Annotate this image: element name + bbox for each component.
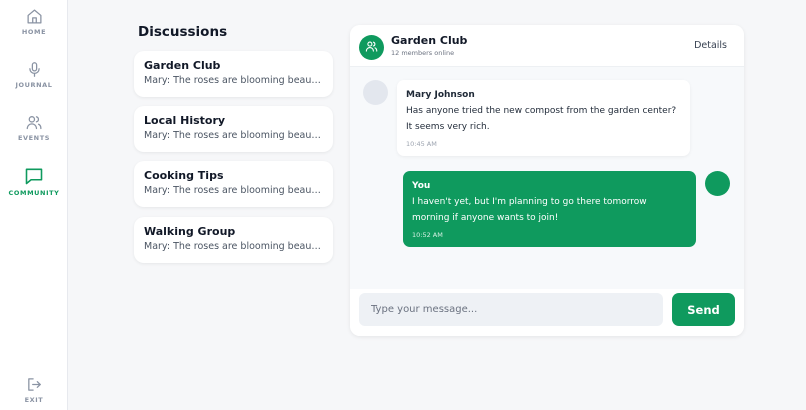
nav-label-exit: EXIT [24, 396, 44, 404]
chat-title: Garden Club [391, 34, 468, 47]
details-button[interactable]: Details [694, 40, 727, 51]
nav-label-journal: JOURNAL [15, 81, 53, 89]
discussion-preview: Mary: The roses are blooming beautifully… [144, 185, 323, 196]
send-button[interactable]: Send [672, 293, 735, 326]
chat-panel: Garden Club 12 members online Details Ma… [350, 25, 744, 336]
message-list: Mary Johnson Has anyone tried the new co… [350, 67, 744, 309]
discussion-name: Walking Group [144, 225, 236, 238]
chat-member-status: 12 members online [391, 49, 455, 57]
people-icon [25, 114, 43, 131]
nav-label-home: HOME [21, 28, 47, 36]
microphone-icon [26, 61, 43, 78]
discussion-preview: Mary: The roses are blooming beautifully… [144, 75, 323, 86]
discussion-item-walking-group[interactable]: Walking Group Mary: The roses are bloomi… [134, 217, 333, 263]
message-sender: Mary Johnson [406, 90, 475, 100]
message-text: Has anyone tried the new compost from th… [406, 106, 677, 132]
nav-label-events: EVENTS [17, 134, 51, 142]
message-input[interactable] [359, 293, 663, 326]
discussion-preview: Mary: The roses are blooming beautifully… [144, 130, 323, 141]
discussion-item-local-history[interactable]: Local History Mary: The roses are bloomi… [134, 106, 333, 152]
message-time: 10:52 AM [412, 231, 443, 239]
discussion-name: Garden Club [144, 59, 221, 72]
exit-icon [26, 376, 43, 393]
discussions-title: Discussions [138, 24, 228, 40]
nav-item-events[interactable]: EVENTS [0, 114, 68, 142]
nav-item-community[interactable]: COMMUNITY [0, 166, 68, 197]
discussion-name: Local History [144, 114, 226, 127]
avatar [705, 171, 730, 196]
message-outgoing: You I haven't yet, but I'm planning to g… [403, 171, 696, 247]
home-icon [26, 8, 43, 25]
nav-label-community: COMMUNITY [8, 189, 60, 197]
discussion-name: Cooking Tips [144, 169, 224, 182]
chat-header: Garden Club 12 members online Details [350, 25, 744, 67]
nav-item-journal[interactable]: JOURNAL [0, 61, 68, 89]
group-icon [365, 38, 378, 57]
discussion-preview: Mary: The roses are blooming beautifully… [144, 241, 323, 252]
nav-item-home[interactable]: HOME [0, 8, 68, 36]
message-composer: Send [350, 289, 744, 336]
message-sender: You [412, 181, 431, 191]
group-avatar [359, 35, 384, 60]
message-text: I haven't yet, but I'm planning to go th… [412, 197, 647, 223]
discussion-item-garden-club[interactable]: Garden Club Mary: The roses are blooming… [134, 51, 333, 97]
chat-bubble-icon [24, 166, 44, 186]
sidebar: HOME JOURNAL EVENTS COMMUNITY EXIT [0, 0, 68, 410]
nav-item-exit[interactable]: EXIT [0, 376, 68, 404]
avatar [363, 80, 388, 105]
message-incoming: Mary Johnson Has anyone tried the new co… [397, 80, 690, 156]
discussion-item-cooking-tips[interactable]: Cooking Tips Mary: The roses are bloomin… [134, 161, 333, 207]
message-time: 10:45 AM [406, 140, 437, 148]
